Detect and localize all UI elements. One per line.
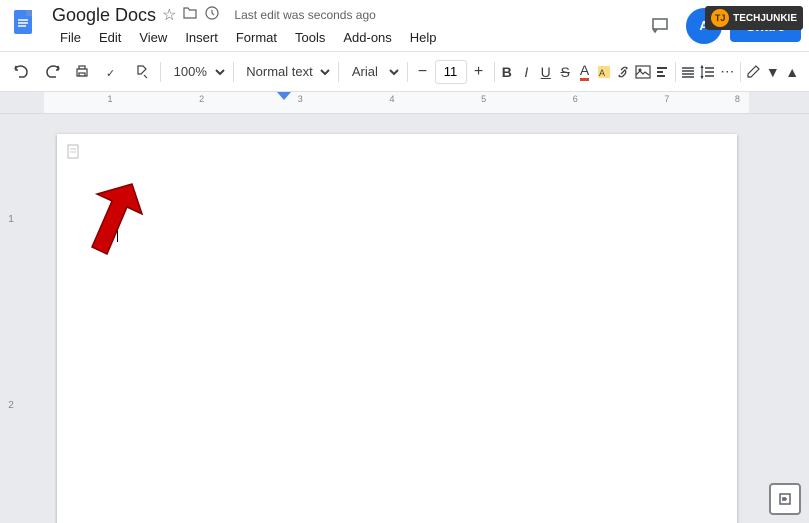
page-numbers: 1 2 3 4 bbox=[0, 114, 22, 523]
menu-insert[interactable]: Insert bbox=[177, 28, 226, 47]
app-title: Google Docs bbox=[52, 5, 156, 26]
ruler-mark-1: 1 bbox=[107, 94, 112, 104]
bold-button[interactable]: B bbox=[498, 58, 515, 86]
zoom-select[interactable]: 100%75%125%150% bbox=[165, 59, 229, 85]
font-size-increase[interactable]: + bbox=[468, 61, 490, 83]
content-area: 1 2 3 4 bbox=[0, 114, 809, 523]
caret-button[interactable]: ▼ bbox=[764, 58, 781, 86]
italic-button[interactable]: I bbox=[518, 58, 535, 86]
more-button[interactable]: ⋯ bbox=[719, 58, 736, 86]
ruler-mark-7: 7 bbox=[664, 94, 669, 104]
page-num-1: 1 bbox=[8, 214, 14, 225]
ruler-mark-8: 8 bbox=[735, 94, 740, 104]
paint-format-button[interactable] bbox=[128, 58, 156, 86]
style-select[interactable]: Normal textHeading 1Heading 2 bbox=[237, 59, 334, 85]
ruler-mark-2: 2 bbox=[199, 94, 204, 104]
watermark-text: TECHJUNKIE bbox=[733, 13, 797, 24]
menu-format[interactable]: Format bbox=[228, 28, 285, 47]
svg-text:A: A bbox=[599, 68, 605, 78]
left-margin: 1 2 3 4 bbox=[0, 114, 22, 523]
divider-4 bbox=[407, 62, 408, 82]
ruler-mark-6: 6 bbox=[573, 94, 578, 104]
arrow-annotation bbox=[72, 179, 152, 264]
menu-file[interactable]: File bbox=[52, 28, 89, 47]
folder-icon[interactable] bbox=[182, 5, 198, 26]
menu-edit[interactable]: Edit bbox=[91, 28, 129, 47]
ruler-container: 1 2 3 4 5 6 7 8 bbox=[0, 92, 809, 114]
divider-6 bbox=[675, 62, 676, 82]
text-area[interactable] bbox=[117, 224, 677, 247]
font-size-input[interactable] bbox=[435, 60, 467, 84]
highlight-button[interactable]: A bbox=[595, 58, 612, 86]
menu-bar: File Edit View Insert Format Tools Add-o… bbox=[52, 28, 642, 47]
ruler-mark-3: 3 bbox=[298, 94, 303, 104]
collapse-button[interactable]: ▲ bbox=[784, 58, 801, 86]
link-button[interactable] bbox=[615, 58, 632, 86]
print-button[interactable] bbox=[68, 58, 96, 86]
line-spacing-button[interactable] bbox=[699, 58, 716, 86]
divider-2 bbox=[233, 62, 234, 82]
underline-button[interactable]: U bbox=[537, 58, 554, 86]
ruler-mark-4: 4 bbox=[389, 94, 394, 104]
app-icon bbox=[8, 8, 44, 44]
font-size-group: − + bbox=[412, 60, 490, 84]
watermark: TJ TECHJUNKIE bbox=[705, 6, 803, 30]
ruler: 1 2 3 4 5 6 7 8 bbox=[44, 92, 749, 113]
ruler-indent-marker[interactable] bbox=[277, 92, 291, 100]
font-color-button[interactable]: A bbox=[576, 58, 593, 86]
titlebar: Google Docs ☆ Last edit was seconds ago … bbox=[0, 0, 809, 52]
divider-7 bbox=[740, 62, 741, 82]
divider-3 bbox=[338, 62, 339, 82]
ruler-mark-5: 5 bbox=[481, 94, 486, 104]
redo-button[interactable] bbox=[38, 58, 66, 86]
menu-view[interactable]: View bbox=[131, 28, 175, 47]
menu-help[interactable]: Help bbox=[402, 28, 445, 47]
font-select[interactable]: ArialTimes New RomanVerdana bbox=[343, 59, 403, 85]
last-edit-text: Last edit was seconds ago bbox=[234, 8, 375, 22]
strikethrough-button[interactable]: S bbox=[556, 58, 573, 86]
app-title-row: Google Docs ☆ Last edit was seconds ago bbox=[52, 5, 642, 26]
star-icon[interactable]: ☆ bbox=[162, 5, 176, 25]
watermark-logo: TJ bbox=[711, 9, 729, 27]
history-icon[interactable] bbox=[204, 5, 220, 26]
align-button[interactable] bbox=[680, 58, 697, 86]
document-page[interactable] bbox=[57, 134, 737, 523]
menu-tools[interactable]: Tools bbox=[287, 28, 333, 47]
menu-addons[interactable]: Add-ons bbox=[335, 28, 399, 47]
doc-area[interactable] bbox=[22, 114, 771, 523]
editing-mode-button[interactable] bbox=[745, 58, 762, 86]
divider-5 bbox=[494, 62, 495, 82]
page-outline-icon bbox=[67, 144, 81, 163]
app-title-group: Google Docs ☆ Last edit was seconds ago … bbox=[52, 5, 642, 47]
insert-button[interactable] bbox=[654, 58, 671, 86]
right-toolbar bbox=[771, 114, 809, 523]
page-num-2: 2 bbox=[8, 400, 14, 411]
divider-1 bbox=[160, 62, 161, 82]
font-size-decrease[interactable]: − bbox=[412, 61, 434, 83]
svg-text:✓: ✓ bbox=[106, 68, 115, 80]
formatting-toolbar: ✓ 100%75%125%150% Normal textHeading 1He… bbox=[0, 52, 809, 92]
corner-explore-button[interactable] bbox=[769, 483, 801, 515]
comments-button[interactable] bbox=[642, 8, 678, 44]
image-button[interactable] bbox=[634, 58, 651, 86]
spellcheck-button[interactable]: ✓ bbox=[98, 58, 126, 86]
undo-button[interactable] bbox=[8, 58, 36, 86]
